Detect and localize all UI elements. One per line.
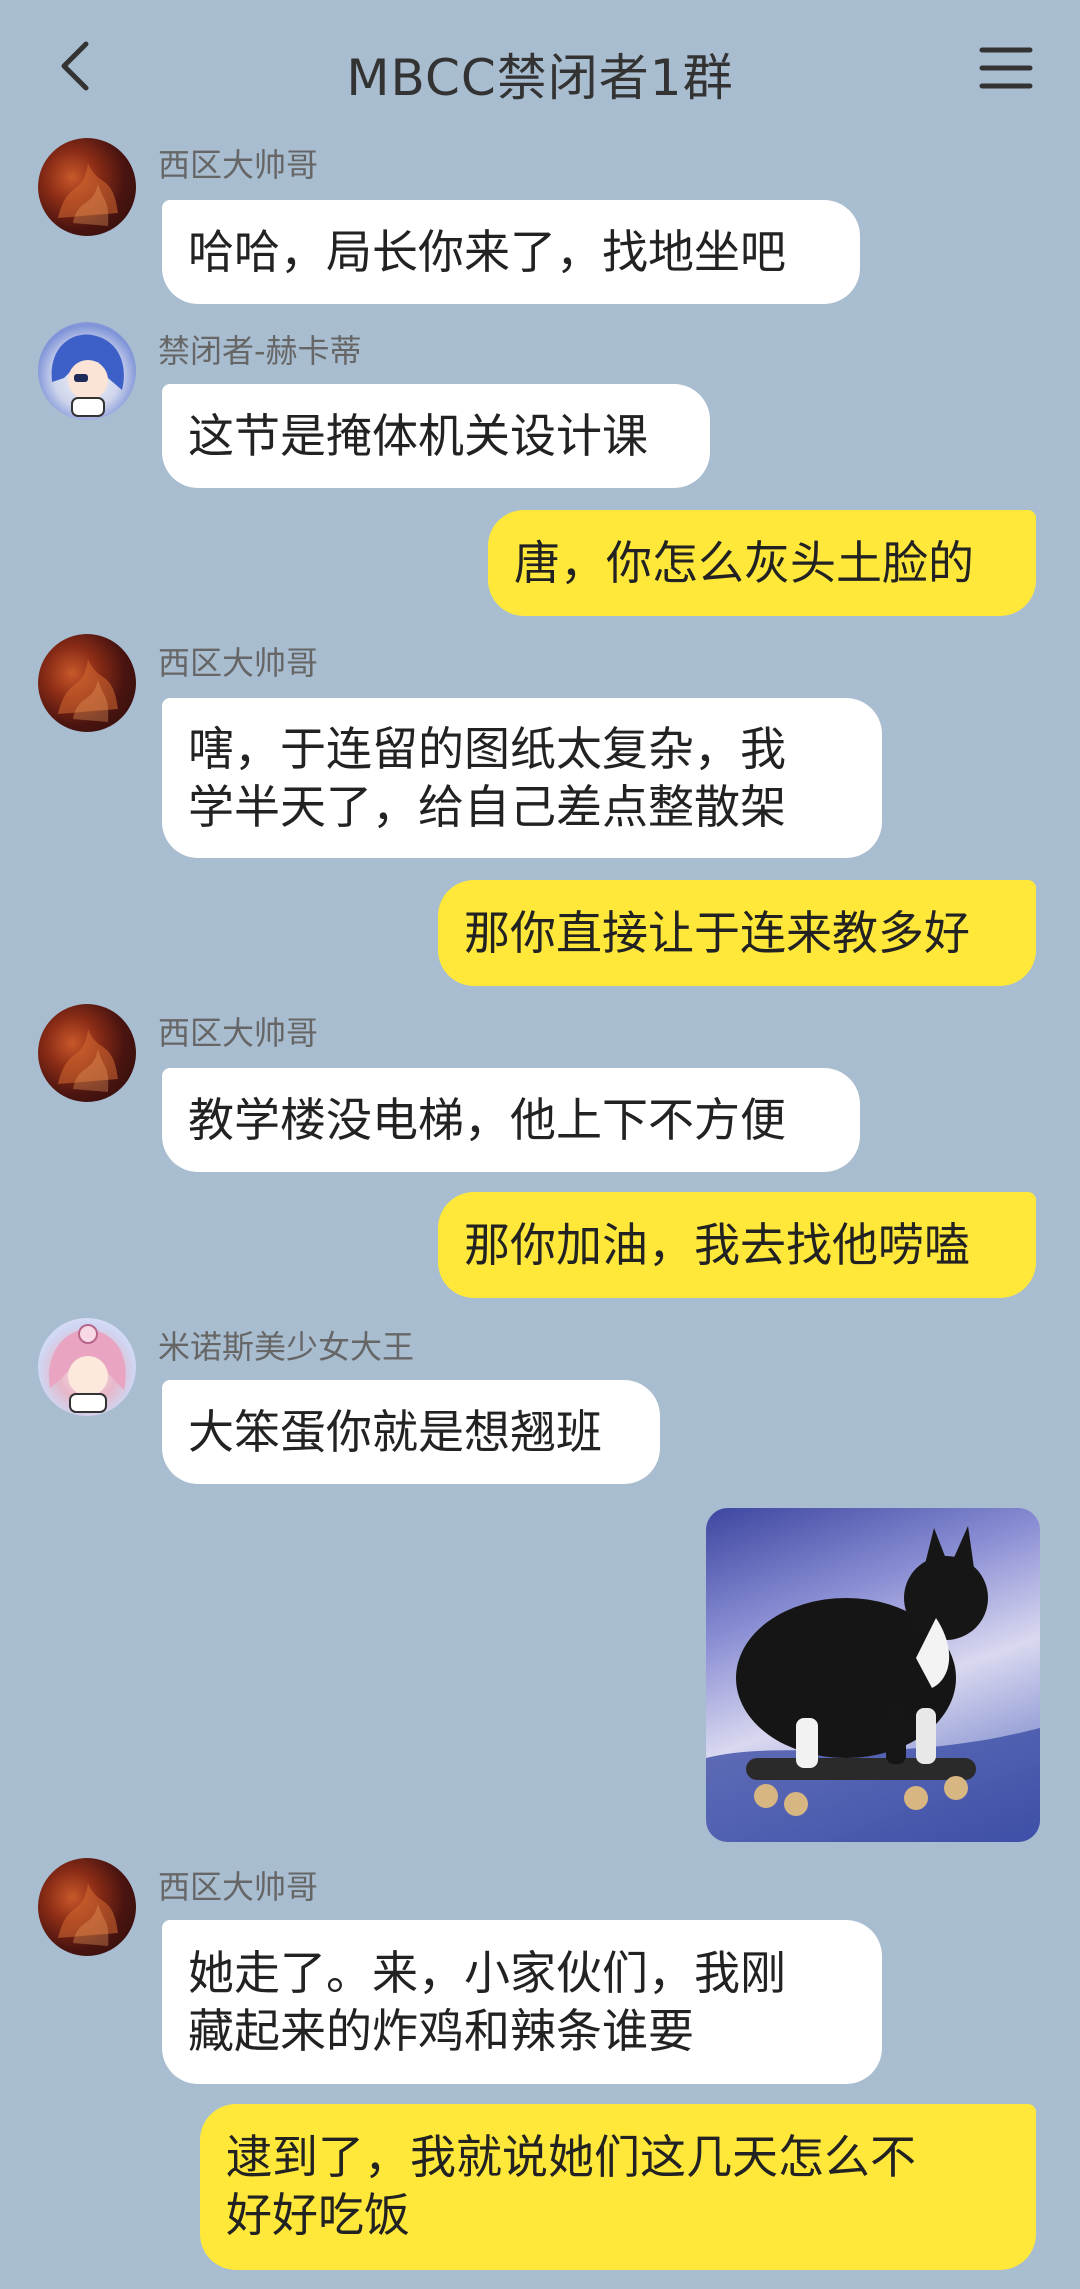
hamburger-menu-icon: [979, 47, 1033, 89]
message-bubble-outgoing[interactable]: 逮到了，我就说她们这几天怎么不 好好吃饭: [200, 2104, 1036, 2270]
message-bubble-outgoing[interactable]: 唐，你怎么灰头土脸的: [488, 510, 1036, 616]
sender-name: 西区大帅哥: [158, 1868, 319, 1906]
avatar[interactable]: [38, 1858, 136, 1956]
message-bubble[interactable]: 这节是掩体机关设计课: [162, 384, 710, 488]
message-bubble-outgoing[interactable]: 那你加油，我去找他唠嗑: [438, 1192, 1036, 1298]
message-bubble[interactable]: 教学楼没电梯，他上下不方便: [162, 1068, 860, 1172]
avatar[interactable]: [38, 1004, 136, 1102]
image-message[interactable]: [706, 1508, 1040, 1842]
message-bubble[interactable]: 哈哈，局长你来了，找地坐吧: [162, 200, 860, 304]
sender-name: 西区大帅哥: [158, 1014, 319, 1052]
blue-hair-chibi-avatar-icon: [51, 334, 124, 417]
menu-button[interactable]: [976, 40, 1036, 96]
message-bubble-outgoing[interactable]: 那你直接让于连来教多好: [438, 880, 1036, 986]
message-bubble[interactable]: 嗐，于连留的图纸太复杂，我 学半天了，给自己差点整散架: [162, 698, 882, 858]
avatar[interactable]: [38, 138, 136, 236]
red-flame-avatar-icon: [58, 1883, 118, 1946]
cat-on-skateboard-image: [706, 1526, 1040, 1842]
sender-name: 西区大帅哥: [158, 146, 319, 184]
avatar[interactable]: [38, 634, 136, 732]
red-flame-avatar-icon: [58, 1029, 118, 1092]
chat-title: MBCC禁闭者1群: [346, 49, 734, 107]
red-flame-avatar-icon: [58, 163, 118, 226]
pink-hair-chibi-avatar-icon: [49, 1324, 126, 1413]
sender-name: 米诺斯美少女大王: [158, 1328, 415, 1366]
sender-name: 禁闭者-赫卡蒂: [158, 332, 362, 370]
red-flame-avatar-icon: [58, 659, 118, 722]
avatar[interactable]: [38, 322, 136, 420]
chat-header: MBCC禁闭者1群: [0, 0, 1080, 140]
message-bubble[interactable]: 大笨蛋你就是想翘班: [162, 1380, 660, 1484]
avatar[interactable]: [38, 1318, 136, 1416]
message-bubble[interactable]: 她走了。来，小家伙们，我刚 藏起来的炸鸡和辣条谁要: [162, 1920, 882, 2084]
sender-name: 西区大帅哥: [158, 644, 319, 682]
